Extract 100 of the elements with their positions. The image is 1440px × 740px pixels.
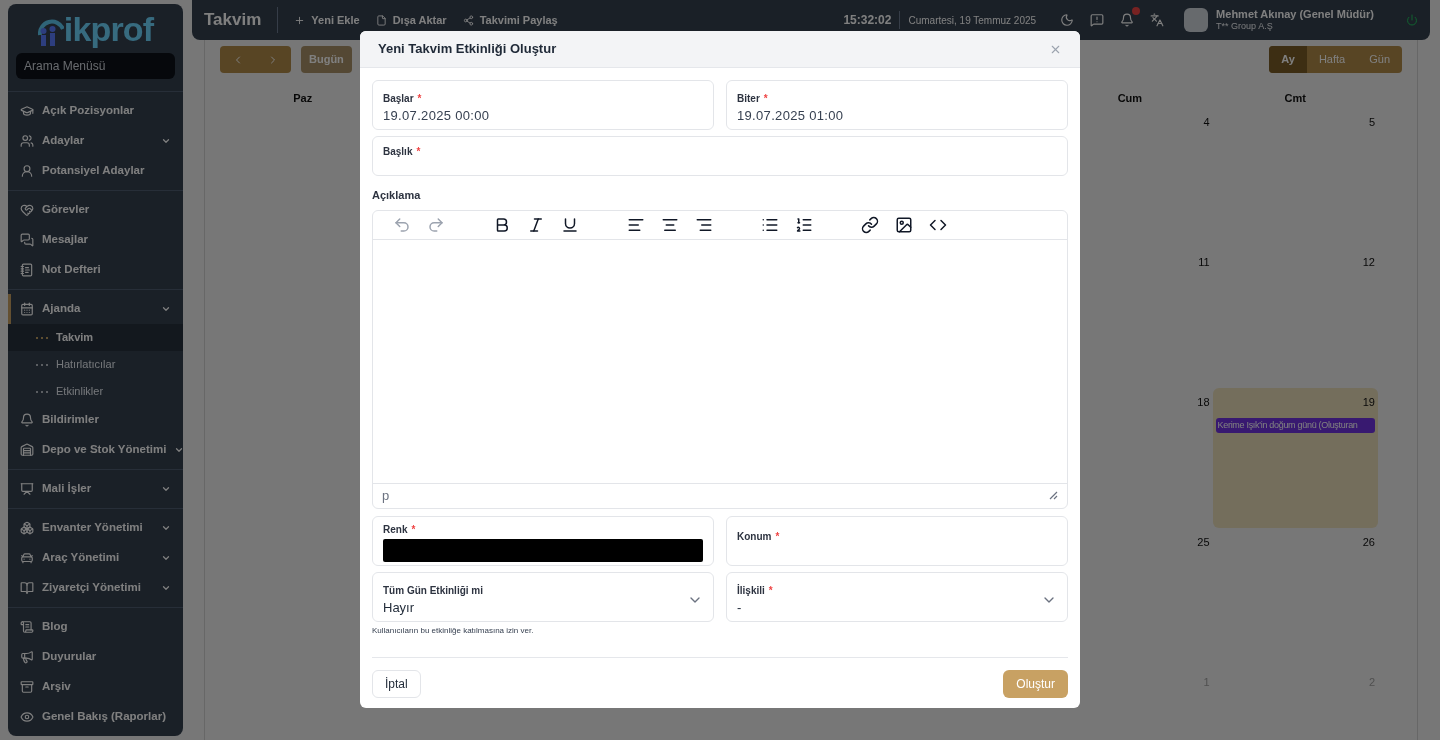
view-tab[interactable]: Gün (1357, 46, 1402, 73)
chevron-icon (161, 523, 171, 533)
megaphone-icon (20, 650, 34, 664)
view-tab[interactable]: Hafta (1306, 46, 1358, 73)
menu-item[interactable]: Arşiv (8, 672, 183, 702)
input-field[interactable]: Başlar * 19.07.2025 00:00 (372, 80, 714, 130)
input-field[interactable]: Başlık * (372, 136, 1068, 176)
day-number[interactable]: 25 (1197, 534, 1210, 551)
underline-icon[interactable] (561, 215, 579, 234)
today-button[interactable]: Bugün (301, 46, 352, 73)
menu-item[interactable]: Potansiyel Adaylar (8, 156, 183, 186)
select-field[interactable]: Tüm Gün Etkinliği mi Hayır (372, 571, 714, 622)
weekday-header: Cmt (1284, 91, 1306, 106)
dialog-title: Yeni Takvim Etkinliği Oluştur (378, 40, 558, 59)
user-icon (20, 164, 34, 178)
dots-icon (36, 336, 48, 339)
users-icon (20, 134, 34, 148)
field-label: Başlık (383, 145, 413, 159)
menu-item[interactable]: Blog (8, 612, 183, 642)
required-mark: * (768, 584, 773, 596)
date: Cumartesi, 19 Temmuz 2025 (907, 13, 1037, 28)
search-field[interactable]: Arama Menüsü (16, 53, 175, 79)
translate-icon[interactable] (1150, 13, 1165, 27)
menu-item[interactable]: Bildirimler (8, 405, 183, 435)
rich-text-editor[interactable]: p (372, 209, 1068, 509)
menu-item[interactable]: Mali İşler (8, 474, 183, 504)
menu-item[interactable]: Genel Bakış (Raporlar) (8, 702, 183, 732)
dots-icon (36, 390, 48, 393)
link-icon[interactable] (861, 215, 879, 234)
eye-icon (20, 710, 34, 724)
avatar[interactable] (1184, 8, 1209, 32)
element-path: p (382, 486, 391, 505)
field-label: Tüm Gün Etkinliği mi (383, 583, 483, 598)
field-label: Başlar (383, 92, 414, 107)
moon-icon[interactable] (1060, 13, 1075, 27)
chevron-icon (161, 136, 171, 146)
boxes-icon (20, 521, 34, 535)
day-number[interactable]: 12 (1362, 254, 1375, 271)
submenu-item[interactable]: Etkinlikler (8, 378, 183, 405)
menu-item[interactable]: Açık Pozisyonlar (8, 96, 183, 126)
required-mark: * (411, 524, 416, 535)
menu-item[interactable]: Görevler (8, 195, 183, 225)
warehouse-icon (20, 443, 34, 457)
notebook-icon (20, 263, 34, 277)
weekday-header: Paz (293, 91, 313, 106)
share-icon (462, 14, 474, 26)
submenu-item[interactable]: Takvim (8, 324, 183, 351)
menu-item[interactable]: Depo ve Stok Yönetimi (8, 435, 183, 465)
toolbar-button[interactable]: Yeni Ekle (294, 11, 360, 29)
resize-handle-icon[interactable] (1049, 491, 1058, 500)
create-button[interactable]: Oluştur (1003, 669, 1068, 698)
field-label: Konum (737, 529, 772, 544)
car-icon (20, 551, 34, 565)
select-field[interactable]: İlişkili * - (726, 571, 1068, 622)
calendar-icon (20, 302, 34, 316)
toolbar-button[interactable]: Takvimi Paylaş (462, 11, 558, 29)
bell-icon[interactable] (1120, 13, 1135, 27)
menu-item[interactable]: Adaylar (8, 126, 183, 156)
menu-item[interactable]: Araç Yönetimi (8, 543, 183, 573)
list-icon (20, 620, 34, 634)
chevron-icon (174, 445, 183, 455)
input-field[interactable]: Biter * 19.07.2025 01:00 (726, 80, 1068, 130)
required-mark: * (763, 93, 768, 105)
book-icon (20, 581, 34, 595)
field-label: Açıklama (372, 188, 422, 203)
menu-item[interactable]: Mesajlar (8, 225, 183, 255)
day-number[interactable]: 5 (1368, 114, 1375, 131)
day-number[interactable]: 11 (1198, 254, 1210, 271)
message-icon[interactable] (1090, 13, 1105, 27)
required-mark: * (417, 93, 422, 105)
menu-item[interactable]: Envanter Yönetimi (8, 513, 183, 543)
field-label: Biter (737, 92, 760, 107)
input-field[interactable]: Konum * (726, 515, 1068, 566)
view-tab[interactable]: Ay (1269, 46, 1307, 73)
event-chip[interactable]: Kerime Işık'in doğum günü (Oluşturan (1215, 417, 1375, 433)
day-number[interactable]: 4 (1203, 114, 1210, 131)
day-number[interactable]: 19 (1362, 394, 1375, 411)
toolbar-button[interactable]: Dışa Aktar (375, 11, 447, 29)
company-name: T** Group A.Ş (1216, 21, 1274, 33)
color-swatch[interactable] (383, 539, 703, 562)
numbered-list-icon[interactable] (795, 215, 813, 234)
input-field[interactable]: Renk * (372, 515, 714, 566)
field-label: Renk (383, 523, 408, 537)
day-number[interactable]: 26 (1362, 534, 1375, 551)
image-icon[interactable] (895, 215, 913, 234)
page-title: Takvim (204, 7, 279, 33)
field-label: İlişkili (737, 583, 765, 598)
weekday-header: Cum (1117, 91, 1143, 106)
required-mark: * (416, 146, 421, 157)
cancel-button[interactable]: İptal (372, 669, 421, 698)
day-number[interactable]: 18 (1197, 394, 1210, 411)
menu-item[interactable]: Not Defteri (8, 255, 183, 285)
menu-item[interactable]: Ziyaretçi Yönetimi (8, 573, 183, 603)
chevron-icon (161, 484, 171, 494)
user-name: Mehmet Akınay (Genel Müdür) (1216, 7, 1374, 22)
submenu-item[interactable]: Hatırlatıcılar (8, 351, 183, 378)
menu-item[interactable]: Duyurular (8, 642, 183, 672)
field-value: Hayır (383, 598, 416, 617)
clock: 15:32:02 (843, 11, 901, 29)
italic-icon[interactable] (527, 215, 545, 234)
